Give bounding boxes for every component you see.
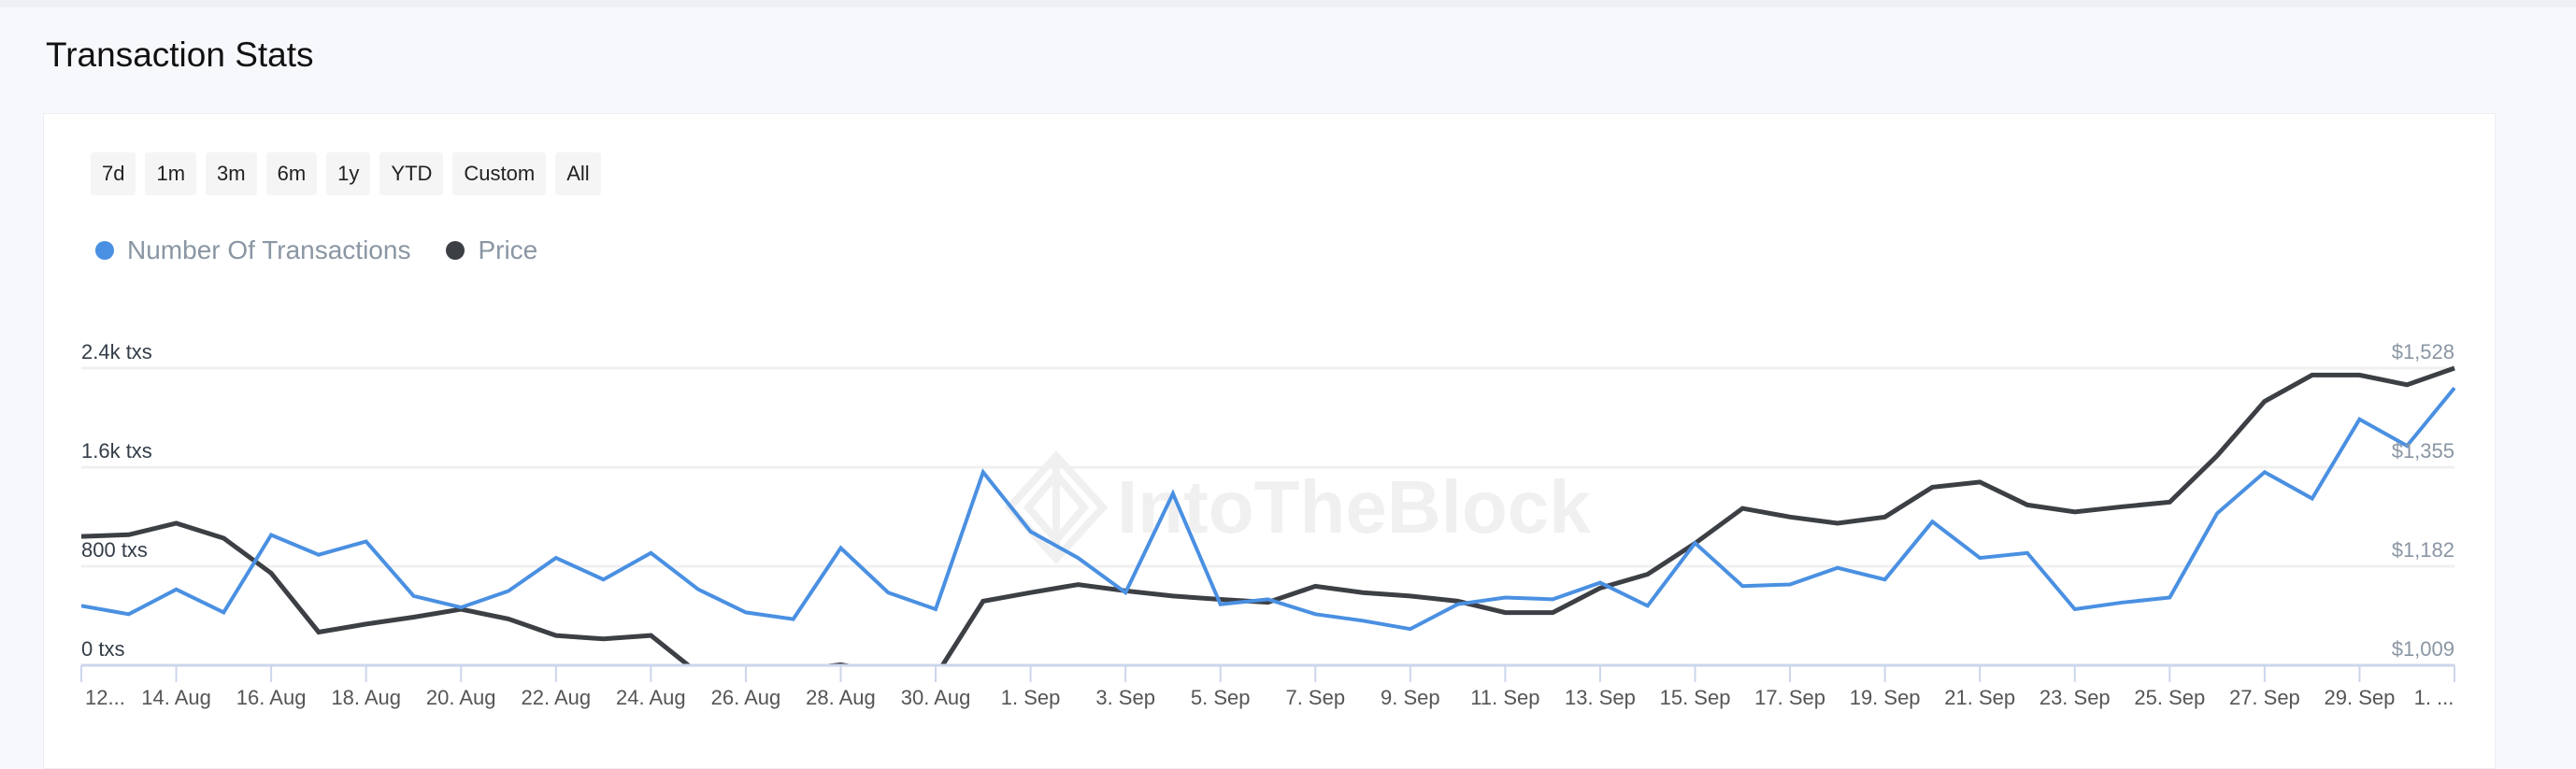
x-tick-label: 15. Sep (1660, 686, 1731, 709)
x-tick-label: 17. Sep (1754, 686, 1825, 709)
x-tick-label: 20. Aug (426, 686, 496, 709)
x-tick-label: 24. Aug (616, 686, 686, 709)
y-left-tick-label: 0 txs (81, 637, 124, 661)
x-tick-label: 1. Sep (1001, 686, 1061, 709)
x-tick-label: 13. Sep (1565, 686, 1636, 709)
svg-text:IntoTheBlock: IntoTheBlock (1117, 465, 1591, 548)
y-right-tick-label: $1,009 (2392, 637, 2454, 661)
x-tick-label: 9. Sep (1381, 686, 1440, 709)
x-tick-label: 23. Sep (2039, 686, 2111, 709)
x-tick-label: 11. Sep (1470, 686, 1539, 709)
watermark-logo: IntoTheBlock (1004, 450, 1591, 564)
x-tick-label: 14. Aug (141, 686, 211, 709)
x-tick-label: 3. Sep (1095, 686, 1155, 709)
x-tick-label: 18. Aug (331, 686, 401, 709)
x-tick-label: 28. Aug (806, 686, 876, 709)
chart-svg: IntoTheBlock 0 txs 800 txs 1.6k txs 2.4k tx… (80, 340, 2455, 709)
y-left-tick-label: 1.6k txs (81, 439, 152, 463)
x-tick-label: 16. Aug (236, 686, 307, 709)
x-tick-label: 7. Sep (1285, 686, 1345, 709)
x-tick-label: 12... (85, 686, 125, 709)
y-right-tick-label: $1,182 (2392, 538, 2454, 562)
x-tick-label: 1. ... (2414, 686, 2454, 709)
y-left-tick-label: 2.4k txs (81, 340, 152, 363)
y-right-tick-label: $1,528 (2392, 340, 2454, 363)
y-right-tick-label: $1,355 (2392, 439, 2454, 463)
x-tick-label: 29. Sep (2325, 686, 2396, 709)
x-tick-label: 25. Sep (2134, 686, 2205, 709)
x-tick-label: 5. Sep (1191, 686, 1251, 709)
x-tick-label: 22. Aug (521, 686, 591, 709)
x-tick-label: 27. Sep (2229, 686, 2300, 709)
x-tick-label: 26. Aug (711, 686, 781, 709)
y-left-tick-label: 800 txs (81, 538, 148, 562)
x-tick-label: 19. Sep (1850, 686, 1921, 709)
x-tick-label: 21. Sep (1944, 686, 2015, 709)
x-tick-label: 30. Aug (901, 686, 971, 709)
